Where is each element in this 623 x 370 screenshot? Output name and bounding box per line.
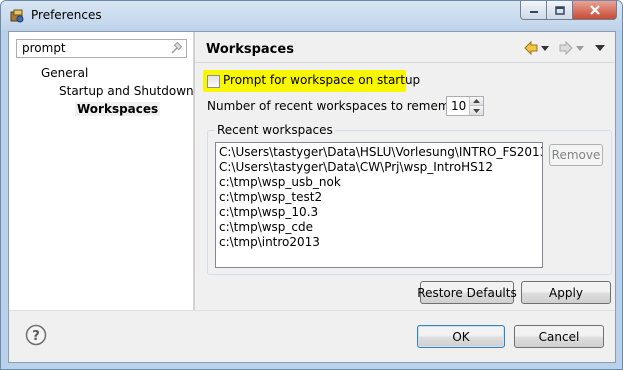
dialog-client-area: prompt General Startup and Shutdown Work… (8, 31, 616, 363)
list-item[interactable]: c:\tmp\wsp_usb_nok (219, 175, 341, 190)
tree-item-general[interactable]: General (41, 66, 88, 80)
apply-button[interactable]: Apply (521, 281, 611, 304)
list-item[interactable]: c:\tmp\wsp_test2 (219, 190, 322, 205)
view-menu-icon[interactable] (595, 44, 605, 52)
preference-tree-panel: prompt General Startup and Shutdown Work… (9, 32, 194, 310)
cancel-button[interactable]: Cancel (514, 325, 604, 348)
minimize-icon (529, 11, 538, 13)
close-icon (589, 5, 600, 15)
forward-icon[interactable] (558, 40, 574, 56)
ok-button[interactable]: OK (417, 325, 505, 348)
page-navigation (515, 40, 615, 56)
list-item[interactable]: C:\Users\tastyger\Data\CW\Prj\wsp_IntroH… (219, 160, 493, 175)
page-title: Workspaces (206, 42, 294, 57)
tree-item-startup-and-shutdown[interactable]: Startup and Shutdown (59, 84, 194, 98)
spinner-up-icon (473, 99, 480, 103)
window-title: Preferences (31, 8, 102, 22)
recent-count-label: Number of recent workspaces to remember: (207, 99, 474, 113)
list-item[interactable]: c:\tmp\wsp_10.3 (219, 205, 318, 220)
forward-menu-icon[interactable] (576, 44, 584, 52)
list-item[interactable]: c:\tmp\intro2013 (219, 235, 320, 250)
eclipse-preferences-icon (10, 9, 24, 23)
recent-workspaces-list[interactable]: C:\Users\tastyger\Data\HSLU\Vorlesung\IN… (215, 142, 543, 268)
spinner-up-button[interactable] (469, 97, 483, 106)
help-icon[interactable]: ? (25, 324, 47, 346)
minimize-button[interactable] (520, 1, 547, 20)
spinner-down-icon (473, 108, 480, 113)
tree-item-workspaces[interactable]: Workspaces (75, 102, 161, 116)
list-item[interactable]: c:\tmp\wsp_cde (219, 220, 313, 235)
filter-input[interactable]: prompt (16, 39, 187, 58)
filter-text[interactable]: prompt (22, 41, 66, 55)
prompt-workspace-checkbox[interactable] (207, 75, 220, 88)
prompt-workspace-label[interactable]: Prompt for workspace on startup (223, 73, 420, 87)
back-menu-icon[interactable] (541, 44, 549, 52)
spinner-down-button[interactable] (469, 106, 483, 115)
back-icon[interactable] (523, 40, 539, 56)
remove-button[interactable]: Remove (549, 144, 603, 166)
svg-text:?: ? (32, 329, 40, 344)
footer-separator (9, 310, 615, 311)
maximize-button[interactable] (547, 1, 573, 20)
maximize-icon (554, 5, 565, 15)
recent-count-value[interactable]: 10 (451, 99, 466, 113)
restore-defaults-button[interactable]: Restore Defaults (417, 281, 517, 304)
title-bar[interactable]: Preferences (1, 1, 622, 31)
close-button[interactable] (573, 1, 617, 20)
header-separator (195, 62, 615, 63)
recent-count-spinner[interactable]: 10 (446, 96, 484, 116)
preference-page: Workspaces Prompt for workspace on start… (195, 32, 615, 310)
recent-workspaces-label: Recent workspaces (215, 123, 335, 137)
clear-filter-icon[interactable] (169, 42, 183, 56)
list-item[interactable]: C:\Users\tastyger\Data\HSLU\Vorlesung\IN… (219, 145, 542, 160)
preferences-window: Preferences prompt General Startup and S… (0, 0, 623, 370)
